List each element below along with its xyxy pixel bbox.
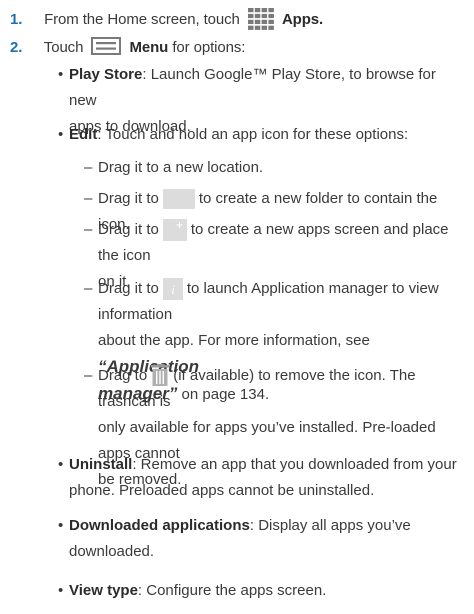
option-edit: • Edit: Touch and hold an app icon for t… <box>58 122 466 148</box>
option-text: : Configure the apps screen. <box>137 582 327 599</box>
option-text: phone. Preloaded apps cannot be uninstal… <box>69 482 375 499</box>
option-text: : Touch and hold an app icon for these o… <box>97 126 409 143</box>
subitem-text: Drag it to <box>98 190 159 207</box>
option-uninstall: • Uninstall: Remove an app that you down… <box>58 452 466 504</box>
bullet-icon: • <box>58 517 64 534</box>
subitem-text: about the app. For more information, see <box>98 332 370 349</box>
app-info-icon: i <box>162 278 183 301</box>
step-1: 1. From the Home screen, touch Apps. <box>0 8 324 31</box>
edit-subitem-new-location: – Drag it to a new location. <box>84 155 469 181</box>
svg-text:i: i <box>171 282 175 297</box>
step-number: 2. <box>10 39 23 56</box>
bullet-icon: • <box>58 456 64 473</box>
option-label: Downloaded applications <box>69 517 250 534</box>
bullet-icon: • <box>58 582 64 599</box>
step-bold-label: Menu <box>129 39 169 56</box>
add-screen-icon <box>162 219 187 242</box>
step-number: 1. <box>10 10 23 28</box>
option-label: Play Store <box>69 66 143 83</box>
apps-grid-icon <box>247 8 274 30</box>
step-bold-label: Apps. <box>281 10 324 28</box>
option-text: : Remove an app that you downloaded from… <box>132 456 457 473</box>
option-downloaded-applications: • Downloaded applications: Display all a… <box>58 513 466 565</box>
dash-marker: – <box>84 280 93 297</box>
option-label: Uninstall <box>69 456 133 473</box>
dash-marker: – <box>84 190 93 207</box>
option-label: Edit <box>69 126 98 143</box>
subitem-text: Drag it to <box>98 280 159 297</box>
step-text: for options: <box>172 39 246 56</box>
menu-icon <box>91 37 122 56</box>
step-2: 2. Touch Menu for options: <box>0 37 246 58</box>
subitem-text: Drag to <box>98 367 148 384</box>
option-text: : Display all apps you’ve <box>249 517 411 534</box>
option-view-type: • View type: Configure the apps screen. <box>58 578 466 604</box>
dash-marker: – <box>84 159 93 176</box>
dash-marker: – <box>84 367 93 384</box>
create-folder-icon <box>162 189 195 210</box>
dash-marker: – <box>84 221 93 238</box>
step-text: Touch <box>43 39 84 56</box>
subitem-text: Drag it to <box>98 221 159 238</box>
subitem-text: Drag it to a new location. <box>98 159 264 176</box>
trashcan-icon <box>151 364 170 387</box>
bullet-icon: • <box>58 126 64 143</box>
option-label: View type <box>69 582 138 599</box>
bullet-icon: • <box>58 66 64 83</box>
step-text: From the Home screen, touch <box>44 10 240 28</box>
header-rule-fragment <box>0 0 60 8</box>
option-text: downloaded. <box>69 543 155 560</box>
